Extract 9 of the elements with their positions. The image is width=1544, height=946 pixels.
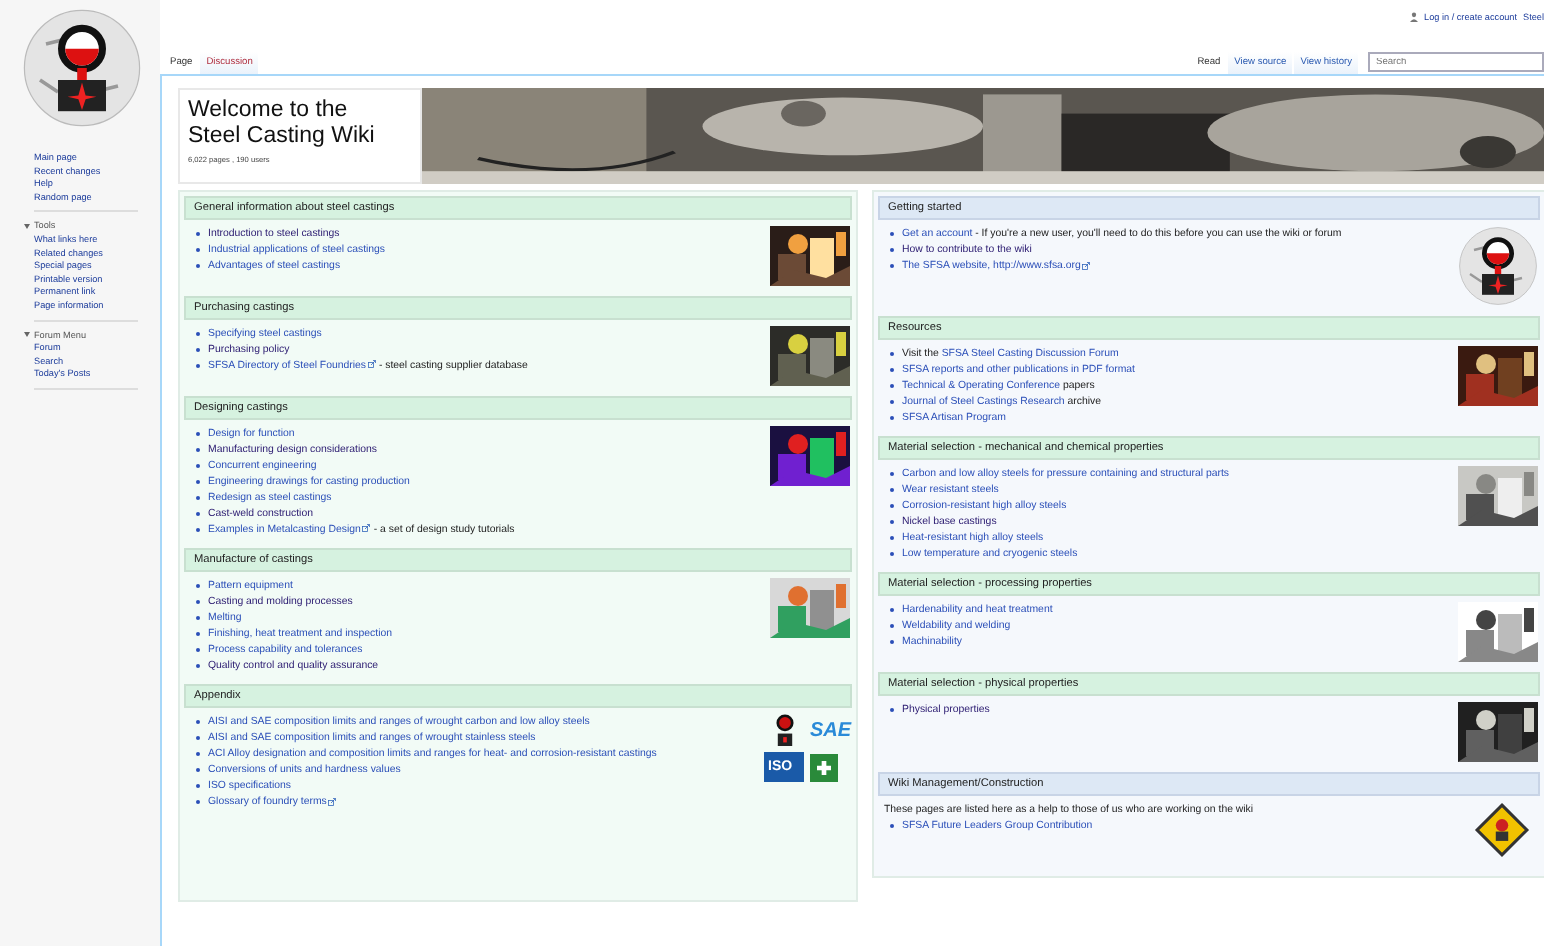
user-icon [1410, 11, 1419, 21]
sae-logo: SAE [810, 719, 850, 741]
page-title: Steel Casting Wiki [188, 124, 377, 150]
plus-icon [810, 753, 838, 781]
diamond-icon [1474, 802, 1530, 858]
logo-icon [775, 714, 793, 746]
logo-icon [1458, 226, 1538, 306]
page-title: Welcome to the [188, 98, 350, 124]
logo-icon [22, 8, 142, 128]
